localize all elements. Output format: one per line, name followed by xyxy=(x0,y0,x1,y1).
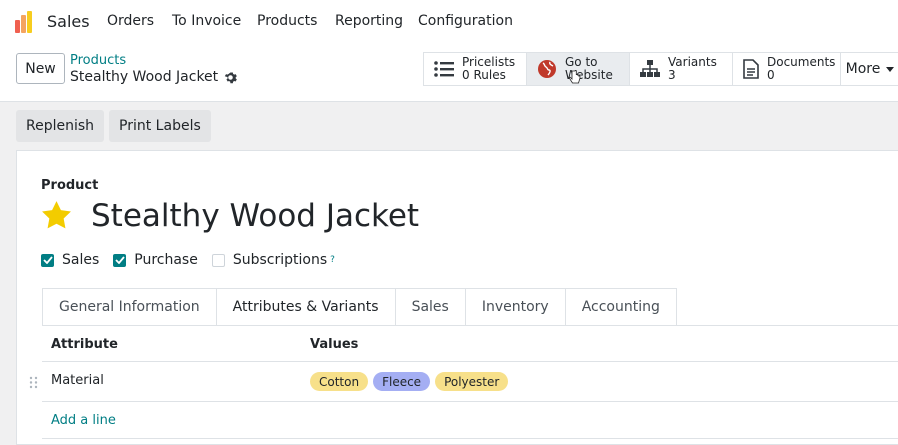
tag-polyester: Polyester xyxy=(435,372,509,391)
globe-icon xyxy=(538,60,556,78)
smart-buttons: Pricelists 0 Rules Go to Website Variant… xyxy=(423,52,898,86)
product-form-sheet: Product Stealthy Wood Jacket Sales Purch… xyxy=(16,150,898,445)
print-labels-button[interactable]: Print Labels xyxy=(109,110,211,142)
tab-underline xyxy=(42,325,382,326)
breadcrumb-products[interactable]: Products xyxy=(70,53,126,68)
add-a-line-link[interactable]: Add a line xyxy=(51,413,116,428)
menu-reporting[interactable]: Reporting xyxy=(335,13,403,29)
tab-general-information[interactable]: General Information xyxy=(42,288,217,325)
action-buttons: Replenish Print Labels xyxy=(16,110,211,142)
documents-count: 0 xyxy=(767,68,775,82)
sales-app-icon[interactable] xyxy=(15,11,37,33)
column-header-attribute[interactable]: Attribute xyxy=(51,337,118,352)
go-to-website-button[interactable]: Go to Website xyxy=(527,53,630,85)
menu-products[interactable]: Products xyxy=(257,13,317,29)
values-tags[interactable]: Cotton Fleece Polyester xyxy=(310,372,509,391)
pricelists-button[interactable]: Pricelists 0 Rules xyxy=(424,53,527,85)
table-bottom-divider xyxy=(42,438,898,439)
product-section-label: Product xyxy=(41,178,99,193)
tab-sales[interactable]: Sales xyxy=(394,288,466,325)
more-label: More xyxy=(845,61,881,77)
more-dropdown[interactable]: More xyxy=(841,53,898,85)
tab-inventory[interactable]: Inventory xyxy=(464,288,566,325)
product-flags: Sales Purchase Subscriptions ? xyxy=(41,252,335,268)
drag-handle-icon[interactable] xyxy=(29,376,38,389)
file-icon xyxy=(743,59,759,79)
favorite-star-icon[interactable] xyxy=(40,199,73,232)
menu-configuration[interactable]: Configuration xyxy=(418,13,513,29)
check-icon xyxy=(42,256,53,264)
check-icon xyxy=(115,256,125,264)
subscriptions-checkbox-label: Subscriptions xyxy=(232,252,328,268)
variants-button[interactable]: Variants 3 xyxy=(630,53,733,85)
documents-button[interactable]: Documents 0 xyxy=(733,53,841,85)
form-tabs: General Information Attributes & Variant… xyxy=(42,288,677,325)
tab-attributes-variants[interactable]: Attributes & Variants xyxy=(215,288,396,325)
control-panel: New Products Stealthy Wood Jacket Pricel… xyxy=(0,44,898,102)
help-tooltip-icon[interactable]: ? xyxy=(330,255,335,265)
subscriptions-checkbox[interactable] xyxy=(211,253,225,267)
list-icon xyxy=(434,61,454,77)
sitemap-icon xyxy=(640,60,660,77)
column-header-values[interactable]: Values xyxy=(310,337,358,352)
top-navbar: Sales Orders To Invoice Products Reporti… xyxy=(0,0,898,44)
breadcrumb-current: Stealthy Wood Jacket xyxy=(70,69,238,85)
pricelists-value: 0 Rules xyxy=(462,68,506,82)
menu-orders[interactable]: Orders xyxy=(107,13,154,29)
tag-cotton: Cotton xyxy=(310,372,369,391)
purchase-checkbox[interactable] xyxy=(113,253,127,267)
menu-to-invoice[interactable]: To Invoice xyxy=(172,13,241,29)
documents-label: Documents xyxy=(767,55,836,69)
product-name-field[interactable]: Stealthy Wood Jacket xyxy=(91,198,419,234)
gear-icon[interactable] xyxy=(224,71,238,84)
caret-down-icon xyxy=(886,66,895,72)
pointer-cursor-icon xyxy=(569,70,581,84)
row-divider xyxy=(42,401,898,402)
new-button[interactable]: New xyxy=(16,53,65,84)
breadcrumb-current-label: Stealthy Wood Jacket xyxy=(70,69,219,85)
app-name[interactable]: Sales xyxy=(47,12,90,31)
sales-checkbox[interactable] xyxy=(41,253,54,267)
sales-checkbox-label: Sales xyxy=(62,252,100,268)
variants-count: 3 xyxy=(668,68,676,82)
tag-fleece: Fleece xyxy=(373,372,431,391)
header-divider xyxy=(42,361,898,362)
purchase-checkbox-label: Purchase xyxy=(134,252,198,268)
replenish-button[interactable]: Replenish xyxy=(16,110,105,142)
attribute-cell[interactable]: Material xyxy=(51,373,104,388)
tab-accounting[interactable]: Accounting xyxy=(564,288,677,325)
tab-underline-right xyxy=(364,325,898,326)
